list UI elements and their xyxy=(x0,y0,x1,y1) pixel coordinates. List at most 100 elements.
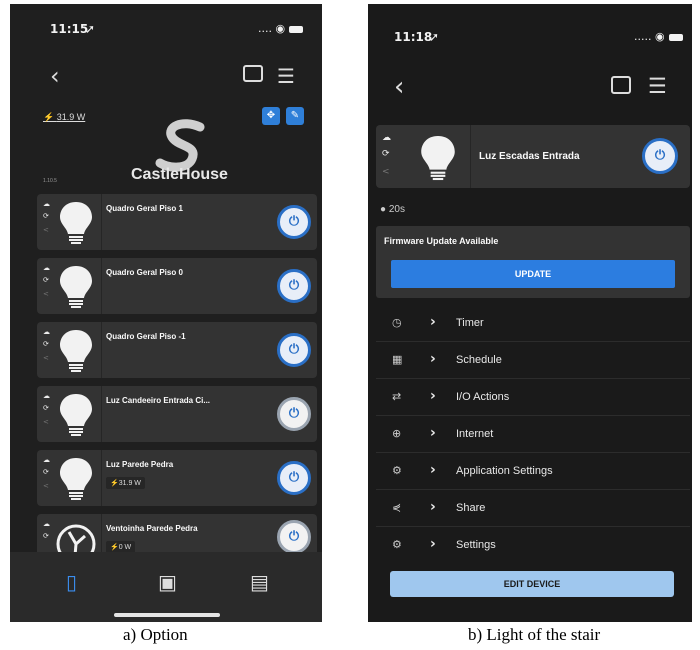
status-indicators: .... ◉ xyxy=(258,22,304,35)
menu-item-label: I/O Actions xyxy=(456,391,510,403)
phone-screen-b: 11:18 ➚ ..... ◉ ‹ ☰ ☁ ⟳ < Luz Escadas En… xyxy=(368,4,692,622)
menu-item-schedule[interactable]: ▦ › Schedule xyxy=(376,342,690,379)
device-card[interactable]: ☁ ⟳ < Luz Candeeiro Entrada Ci... ⏻ xyxy=(37,386,317,442)
move-button[interactable]: ✥ xyxy=(262,107,280,125)
device-name: Luz Escadas Entrada xyxy=(479,151,580,162)
menu-item-label: Application Settings xyxy=(456,465,553,477)
sync-icon: ⟳ xyxy=(43,404,49,412)
cloud-icon: ☁ xyxy=(43,520,50,528)
power-button[interactable]: ⏻ xyxy=(277,205,311,239)
chevron-right-icon: › xyxy=(430,536,436,552)
power-button[interactable]: ⏻ xyxy=(642,138,678,174)
share-icon: ⋞ xyxy=(392,501,402,514)
card-separator xyxy=(101,386,102,442)
battery-icon xyxy=(668,33,683,41)
menu-icon[interactable]: ☰ xyxy=(277,64,295,88)
menu-item-label: Share xyxy=(456,502,486,514)
bulb-icon xyxy=(60,266,92,308)
bulb-icon xyxy=(60,394,92,436)
version-label: 1.10.5 xyxy=(43,178,57,184)
caption-a: a) Option xyxy=(123,625,188,644)
device-header-card: ☁ ⟳ < Luz Escadas Entrada ⏻ xyxy=(376,125,690,188)
watt-badge: ⚡31.9 W xyxy=(106,477,145,489)
bulb-icon xyxy=(60,330,92,372)
cloud-icon: ☁ xyxy=(43,200,50,208)
share-icon: < xyxy=(43,290,49,298)
card-separator xyxy=(101,450,102,506)
device-card[interactable]: ☁ ⟳ < Quadro Geral Piso 1 ⏻ xyxy=(37,194,317,250)
share-icon: < xyxy=(382,167,390,177)
cloud-icon: ☁ xyxy=(43,456,50,464)
calendar-icon: ▦ xyxy=(392,353,403,366)
power-reading[interactable]: ⚡ 31.9 W xyxy=(43,112,85,123)
status-time: 11:18 xyxy=(394,30,433,44)
bulb-icon xyxy=(60,202,92,244)
menu-item-application-settings[interactable]: ⚙ › Application Settings xyxy=(376,453,690,490)
menu-item-internet[interactable]: ⊕ › Internet xyxy=(376,416,690,453)
power-button[interactable]: ⏻ xyxy=(277,397,311,431)
power-button[interactable]: ⏻ xyxy=(277,520,311,554)
sync-icon: ⟳ xyxy=(43,212,49,220)
menu-item-label: Schedule xyxy=(456,354,502,366)
cloud-icon: ☁ xyxy=(43,328,50,336)
chevron-right-icon: › xyxy=(430,462,436,478)
device-name: Luz Parede Pedra xyxy=(106,460,174,469)
device-card[interactable]: ☁ ⟳ < Quadro Geral Piso 0 ⏻ xyxy=(37,258,317,314)
tab-rooms-icon[interactable]: ▣ xyxy=(158,570,177,594)
sync-icon: ⟳ xyxy=(382,149,390,159)
device-name: Ventoinha Parede Pedra xyxy=(106,524,198,533)
gear-icon: ⚙ xyxy=(392,538,402,551)
power-button[interactable]: ⏻ xyxy=(277,269,311,303)
location-arrow-icon: ➚ xyxy=(85,22,96,36)
back-button[interactable]: ‹ xyxy=(50,62,60,90)
sync-icon: ⟳ xyxy=(43,468,49,476)
caption-b: b) Light of the stair xyxy=(468,625,601,644)
edit-device-button[interactable]: EDIT DEVICE xyxy=(390,571,674,597)
sync-icon: ⟳ xyxy=(43,276,49,284)
timer-badge: ● 20s xyxy=(380,204,405,215)
share-icon: < xyxy=(43,354,49,362)
back-button[interactable]: ‹ xyxy=(394,72,404,102)
menu-item-share[interactable]: ⋞ › Share xyxy=(376,490,690,527)
menu-item-settings[interactable]: ⚙ › Settings xyxy=(376,527,690,564)
sync-icon: ⟳ xyxy=(43,340,49,348)
clock-icon: ◷ xyxy=(392,316,402,329)
card-separator xyxy=(101,258,102,314)
device-card[interactable]: ☁ ⟳ < Luz Parede Pedra ⚡31.9 W ⏻ xyxy=(37,450,317,506)
chevron-right-icon: › xyxy=(430,314,436,330)
message-icon[interactable] xyxy=(611,76,631,94)
share-icon: < xyxy=(43,418,49,426)
message-icon[interactable] xyxy=(243,65,263,82)
logo-text: CastleHouse xyxy=(131,166,228,183)
menu-item-label: Internet xyxy=(456,428,494,440)
share-icon: < xyxy=(43,226,49,234)
phone-screen-a: 11:15 ➚ .... ◉ ‹ ☰ ⚡ 31.9 W ✥ ✎ CastleHo… xyxy=(10,4,322,622)
menu-item-io-actions[interactable]: ⇄ › I/O Actions xyxy=(376,379,690,416)
home-indicator xyxy=(114,613,220,617)
bulb-icon xyxy=(60,458,92,500)
chevron-right-icon: › xyxy=(430,388,436,404)
tab-devices-icon[interactable]: ▯ xyxy=(66,570,77,594)
device-name: Luz Candeeiro Entrada Ci... xyxy=(106,396,211,405)
globe-icon: ⊕ xyxy=(392,427,402,440)
chevron-right-icon: › xyxy=(430,425,436,441)
menu-icon[interactable]: ☰ xyxy=(648,74,667,98)
menu-item-timer[interactable]: ◷ › Timer xyxy=(376,305,690,342)
app-settings-icon: ⚙ xyxy=(392,464,402,477)
sync-icon: ⟳ xyxy=(43,532,49,540)
card-separator xyxy=(101,322,102,378)
cloud-icon: ☁ xyxy=(43,264,50,272)
edit-layout-button[interactable]: ✎ xyxy=(286,107,304,125)
power-button[interactable]: ⏻ xyxy=(277,461,311,495)
firmware-panel: Firmware Update Available UPDATE xyxy=(376,226,690,298)
tab-scenes-icon[interactable]: ▤ xyxy=(250,570,269,594)
menu-item-label: Settings xyxy=(456,539,496,551)
bulb-icon xyxy=(421,136,455,181)
device-name: Quadro Geral Piso 0 xyxy=(106,268,183,277)
device-name: Quadro Geral Piso -1 xyxy=(106,332,186,341)
update-button[interactable]: UPDATE xyxy=(391,260,675,288)
battery-icon xyxy=(289,25,304,33)
chevron-right-icon: › xyxy=(430,499,436,515)
device-card[interactable]: ☁ ⟳ < Quadro Geral Piso -1 ⏻ xyxy=(37,322,317,378)
power-button[interactable]: ⏻ xyxy=(277,333,311,367)
